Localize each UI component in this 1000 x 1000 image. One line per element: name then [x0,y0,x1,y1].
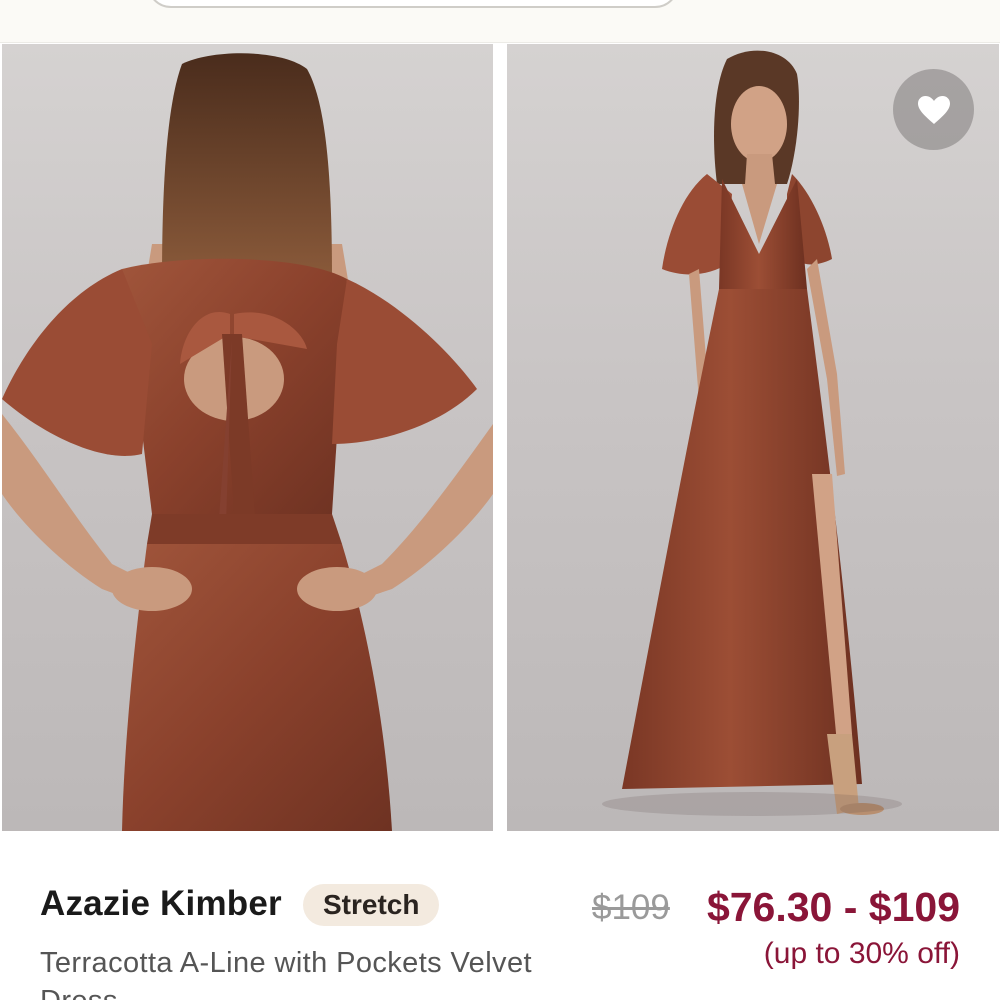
discount-note: (up to 30% off) [763,937,960,970]
favorite-button[interactable] [893,69,974,150]
dress-back-illustration [2,53,493,831]
product-name[interactable]: Azazie Kimber [40,884,282,924]
original-price: $109 [592,888,670,927]
stretch-badge: Stretch [303,884,440,926]
product-subtitle[interactable]: Terracotta A-Line with Pockets Velvet Dr… [40,944,560,1000]
heart-icon [917,95,950,124]
top-header [0,0,1000,43]
product-image-back[interactable] [2,44,493,831]
product-image-front[interactable] [507,44,999,831]
dress-front-illustration [602,50,902,816]
product-page: Azazie Kimber Stretch Terracotta A-Line … [0,0,1000,1000]
sale-price-range: $76.30 - $109 [706,884,960,930]
search-bar[interactable] [147,0,679,8]
